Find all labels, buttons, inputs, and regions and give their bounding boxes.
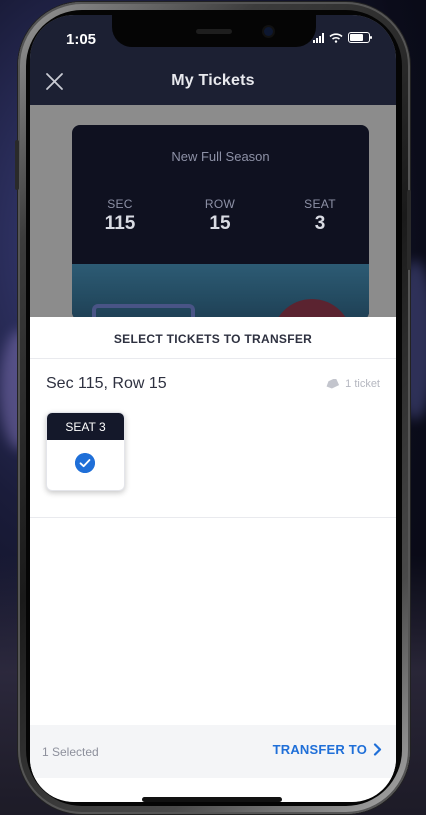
ticket-count-text: 1 ticket xyxy=(345,378,380,390)
seat-label: SEAT 3 xyxy=(47,413,124,440)
section-title: Sec 115, Row 15 xyxy=(46,375,167,392)
page-title: My Tickets xyxy=(171,72,255,89)
chevron-right-icon xyxy=(373,743,382,756)
ticket-row-label: ROW xyxy=(204,197,236,211)
transfer-to-label: TRANSFER TO xyxy=(272,742,367,757)
ticket-section: SEC 115 xyxy=(80,197,160,235)
nav-header: My Tickets xyxy=(30,59,396,105)
wifi-icon xyxy=(329,32,343,43)
divider xyxy=(30,358,396,359)
phone-screen: 1:05 My Tickets New Full Season SEC 115 … xyxy=(30,15,396,802)
home-indicator[interactable] xyxy=(142,797,282,802)
ticket-seat-value: 3 xyxy=(314,213,326,234)
section-header: Sec 115, Row 15 1 ticket xyxy=(30,374,396,398)
system-icons xyxy=(313,32,372,43)
notch xyxy=(112,15,316,47)
selected-count: 1 Selected xyxy=(42,745,99,759)
ticket-card: New Full Season SEC 115 ROW 15 SEAT 3 xyxy=(72,125,369,320)
ticket-event-name: New Full Season xyxy=(171,149,270,164)
ticket-seat: SEAT 3 xyxy=(280,197,360,235)
phone-side-button xyxy=(15,140,19,190)
status-bar: 1:05 xyxy=(30,15,396,59)
transfer-footer: 1 Selected TRANSFER TO xyxy=(30,725,396,778)
status-time: 1:05 xyxy=(66,31,97,48)
ticket-team-image xyxy=(72,264,369,320)
ticket-seat-label: SEAT xyxy=(304,197,336,211)
front-camera xyxy=(264,27,273,36)
phone-side-button xyxy=(407,190,411,270)
battery-icon xyxy=(348,32,372,43)
seat-card[interactable]: SEAT 3 xyxy=(46,412,125,491)
ticket-tag-icon xyxy=(326,379,340,389)
signal-icon xyxy=(313,32,324,43)
ticket-count: 1 ticket xyxy=(325,378,380,390)
ticket-section-label: SEC xyxy=(107,197,133,211)
speaker-grille xyxy=(196,29,232,34)
divider xyxy=(30,517,396,518)
ticket-row-value: 15 xyxy=(209,213,231,234)
ticket-row: ROW 15 xyxy=(180,197,260,235)
sheet-title: SELECT TICKETS TO TRANSFER xyxy=(113,332,313,346)
ticket-section-value: 115 xyxy=(104,213,136,234)
transfer-sheet: SELECT TICKETS TO TRANSFER Sec 115, Row … xyxy=(30,317,396,802)
transfer-to-button[interactable]: TRANSFER TO xyxy=(273,742,382,757)
check-icon xyxy=(75,453,95,473)
